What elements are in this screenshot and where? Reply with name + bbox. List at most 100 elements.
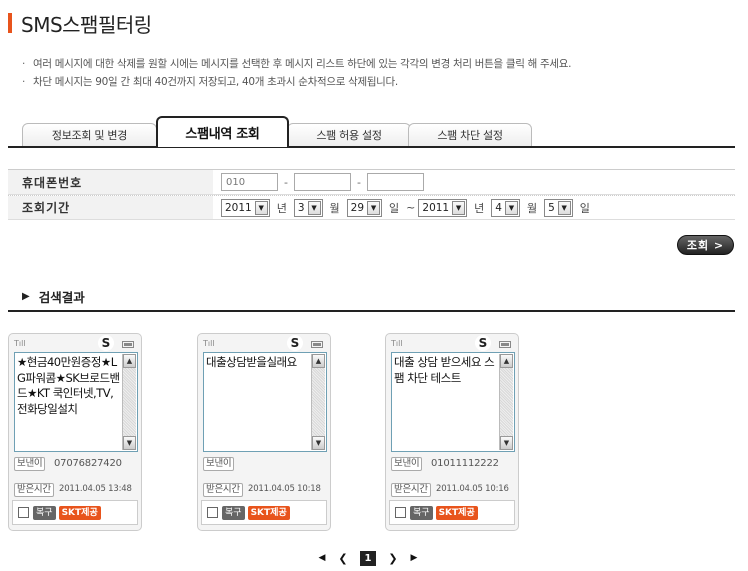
select-value: 3 <box>297 201 305 214</box>
provider-badge: SKT제공 <box>247 505 290 520</box>
result-divider <box>8 310 735 312</box>
select-checkbox[interactable] <box>395 507 406 518</box>
scrollbar[interactable]: ▲ ▼ <box>311 354 325 450</box>
unit-month: 월 <box>526 201 538 215</box>
sms-badge: S <box>287 335 303 351</box>
tab-bar: 정보조회 및 변경 스팸내역 조회 스팸 허용 설정 스팸 차단 설정 <box>22 116 532 147</box>
select-checkbox[interactable] <box>207 507 218 518</box>
phone-last-input[interactable] <box>366 173 424 191</box>
phone-middle-input[interactable] <box>293 173 351 191</box>
message-screen: 대출상담받을실래요 ▲ ▼ <box>203 352 327 452</box>
to-month-select[interactable]: 4 ▼ <box>491 198 520 217</box>
spam-message-card: Tıll S ★현금40만원증정★LG파워콤★SK브로드밴드★KT 쿡인터넷,T… <box>8 333 142 531</box>
provider-badge: SKT제공 <box>435 505 478 520</box>
signal-icon: Tıll <box>14 339 26 348</box>
select-checkbox[interactable] <box>18 507 29 518</box>
pagination: ◀ ❮ 1 ❯ ▶ <box>316 550 420 566</box>
period-label: 조회기간 <box>8 196 213 219</box>
to-year-select[interactable]: 2011 ▼ <box>418 198 468 217</box>
spam-message-card: Tıll S 대출 상담 받으세요 스팸 차단 테스트 ▲ ▼ 보낸이 0101… <box>385 333 519 531</box>
result-heading: ▶ 검색결과 <box>22 287 85 306</box>
period-fields: 2011 ▼ 년 3 ▼ 월 29 ▼ 일 ~ 2011 ▼ 년 4 ▼ 월 5 ▼ 일 <box>213 198 597 217</box>
sender-label: 보낸이 <box>14 457 46 471</box>
sender-label: 보낸이 <box>203 457 235 471</box>
current-page[interactable]: 1 <box>360 550 376 566</box>
chevron-right-icon: ▶ <box>22 291 30 302</box>
chevron-down-icon: ▼ <box>452 200 466 215</box>
received-time-label: 받은시간 <box>391 483 431 497</box>
unit-day: 일 <box>389 201 400 215</box>
message-screen: ★현금40만원증정★LG파워콤★SK브로드밴드★KT 쿡인터넷,TV,전화당일설… <box>14 352 138 452</box>
phone-prefix-input[interactable] <box>221 173 278 191</box>
chevron-down-icon: ▼ <box>557 200 571 215</box>
scroll-down-icon[interactable]: ▼ <box>312 436 325 450</box>
result-heading-text: 검색결과 <box>38 290 85 305</box>
sms-badge: S <box>475 335 491 351</box>
search-button[interactable]: 조회 > <box>677 235 734 255</box>
phone-row: 휴대폰번호 - - <box>8 170 735 195</box>
signal-icon: Tıll <box>203 339 215 348</box>
phone-separator: - <box>356 175 361 189</box>
notice-item: 여러 메시지에 대한 삭제를 원할 시에는 메시지를 선택한 후 메시지 리스트… <box>22 55 571 73</box>
restore-button[interactable]: 복구 <box>410 505 433 520</box>
title-accent-bar <box>8 13 12 33</box>
sender-number: 07076827420 <box>54 458 122 469</box>
received-time-label: 받은시간 <box>14 483 54 497</box>
scrollbar[interactable]: ▲ ▼ <box>499 354 513 450</box>
spam-message-card: Tıll S 대출상담받을실래요 ▲ ▼ 보낸이 받은시간 2011.04.05… <box>197 333 331 531</box>
unit-day: 일 <box>579 201 590 215</box>
scroll-up-icon[interactable]: ▲ <box>312 354 325 368</box>
restore-button[interactable]: 복구 <box>222 505 245 520</box>
received-time: 2011.04.05 10:18 <box>248 484 321 494</box>
card-actions: 복구 SKT제공 <box>201 500 327 525</box>
scroll-up-icon[interactable]: ▲ <box>500 354 513 368</box>
message-text: 대출 상담 받으세요 스팸 차단 테스트 <box>394 355 495 385</box>
chevron-down-icon: ▼ <box>504 200 518 215</box>
from-year-select[interactable]: 2011 ▼ <box>221 198 270 217</box>
received-time: 2011.04.05 10:16 <box>436 484 509 494</box>
from-day-select[interactable]: 29 ▼ <box>346 198 383 217</box>
message-text: ★현금40만원증정★LG파워콤★SK브로드밴드★KT 쿡인터넷,TV,전화당일설… <box>17 355 120 416</box>
restore-button[interactable]: 복구 <box>33 505 56 520</box>
from-month-select[interactable]: 3 ▼ <box>293 198 323 217</box>
notice-list: 여러 메시지에 대한 삭제를 원할 시에는 메시지를 선택한 후 메시지 리스트… <box>22 55 571 91</box>
scroll-down-icon[interactable]: ▼ <box>500 436 513 450</box>
search-form: 휴대폰번호 - - 조회기간 2011▼ 년 3▼ 월 29▼ 일 ~ 2011… <box>8 169 735 220</box>
unit-month: 월 <box>329 201 340 215</box>
sms-badge: S <box>98 335 114 351</box>
tab-underline <box>8 146 735 148</box>
scrollbar[interactable]: ▲ ▼ <box>122 354 136 450</box>
chevron-down-icon: ▼ <box>307 200 321 215</box>
phone-fields: - - <box>213 173 424 191</box>
tab-spam-history[interactable]: 스팸내역 조회 <box>156 116 289 147</box>
card-actions: 복구 SKT제공 <box>389 500 515 525</box>
notice-item: 차단 메시지는 90일 간 최대 40건까지 저장되고, 40개 초과시 순차적… <box>22 73 571 91</box>
tab-spam-block[interactable]: 스팸 차단 설정 <box>408 123 532 146</box>
battery-icon <box>311 341 323 348</box>
to-day-select[interactable]: 5 ▼ <box>544 198 573 217</box>
battery-icon <box>122 341 134 348</box>
message-text: 대출상담받을실래요 <box>206 355 297 369</box>
scroll-up-icon[interactable]: ▲ <box>123 354 136 368</box>
chevron-down-icon: ▼ <box>367 200 381 215</box>
select-value: 4 <box>495 201 502 214</box>
first-page-icon[interactable]: ◀ <box>316 553 328 563</box>
period-row: 조회기간 2011 ▼ 년 3 ▼ 월 29 ▼ 일 ~ 2011 ▼ 년 4 ▼ 월 5… <box>8 195 735 220</box>
page-header: SMS스팸필터링 <box>8 10 152 37</box>
range-separator: ~ <box>406 201 416 214</box>
next-page-icon[interactable]: ❯ <box>386 552 400 565</box>
tab-spam-allow[interactable]: 스팸 허용 설정 <box>287 123 411 146</box>
scroll-down-icon[interactable]: ▼ <box>123 436 136 450</box>
chevron-down-icon: ▼ <box>254 200 268 215</box>
message-screen: 대출 상담 받으세요 스팸 차단 테스트 ▲ ▼ <box>391 352 515 452</box>
prev-page-icon[interactable]: ❮ <box>336 552 350 565</box>
battery-icon <box>499 341 511 348</box>
signal-icon: Tıll <box>391 339 403 348</box>
card-actions: 복구 SKT제공 <box>12 500 138 525</box>
select-value: 2011 <box>225 201 252 214</box>
phone-label: 휴대폰번호 <box>8 170 213 194</box>
phone-separator: - <box>284 175 288 189</box>
tab-info[interactable]: 정보조회 및 변경 <box>22 123 157 146</box>
last-page-icon[interactable]: ▶ <box>408 553 420 563</box>
sender-label: 보낸이 <box>391 457 423 471</box>
